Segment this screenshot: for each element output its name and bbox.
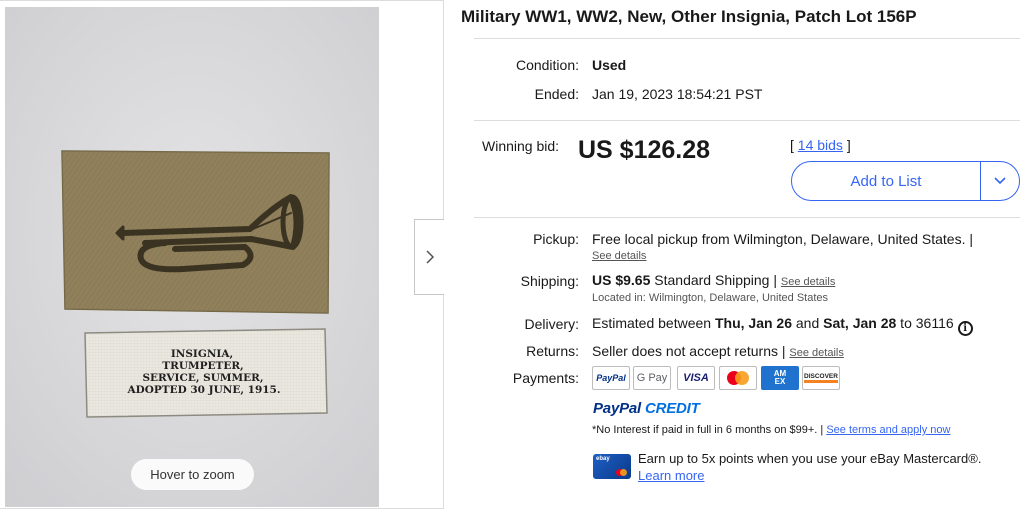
chevron-right-icon <box>425 250 434 264</box>
divider <box>474 217 1020 218</box>
main-photo[interactable]: INSIGNIA, TRUMPETER, SERVICE, SUMMER, AD… <box>5 7 379 507</box>
see-terms-link[interactable]: See terms and apply now <box>826 424 950 436</box>
bracket-open: [ <box>790 137 798 153</box>
google-pay-icon: G Pay <box>633 366 671 390</box>
add-to-list-control[interactable]: Add to List <box>791 161 1020 201</box>
delivery-start-date: Thu, Jan 26 <box>714 315 792 331</box>
mastercard-icon <box>719 366 757 390</box>
item-details: Military WW1, WW2, New, Other Insignia, … <box>461 0 1020 511</box>
credit-word: CREDIT <box>641 400 700 417</box>
mastercard-circles <box>727 371 749 385</box>
returns-see-details-link[interactable]: See details <box>789 347 843 359</box>
discover-badge-text: DISCOVER <box>804 373 838 383</box>
delivery-end-date: Sat, Jan 28 <box>823 315 897 331</box>
divider <box>474 120 1020 121</box>
delivery-value: Estimated between Thu, Jan 26 and Sat, J… <box>592 315 973 336</box>
label-line-3: SERVICE, SUMMER, <box>142 372 263 384</box>
paypal-credit-logo: PayPal CREDIT <box>593 400 700 417</box>
label-line-1: INSIGNIA, <box>171 348 233 360</box>
shipping-price: US $9.65 <box>592 272 651 288</box>
returns-value: Seller does not accept returns | See det… <box>592 343 844 359</box>
bracket-close: ] <box>842 137 851 153</box>
discover-icon: DISCOVER <box>802 366 840 390</box>
gpay-badge-text: G Pay <box>636 372 668 384</box>
ended-value: Jan 19, 2023 18:54:21 PST <box>592 86 763 102</box>
item-title: Military WW1, WW2, New, Other Insignia, … <box>461 7 917 26</box>
add-to-list-dropdown[interactable] <box>981 162 1019 200</box>
item-location: Located in: Wilmington, Delaware, United… <box>592 292 829 304</box>
winning-bid-label: Winning bid: <box>482 138 560 154</box>
bid-history-link[interactable]: 14 bids <box>798 137 843 153</box>
paypal-credit-word: PayPal <box>593 400 642 417</box>
add-to-list-button[interactable]: Add to List <box>792 162 981 200</box>
pickup-value: Free local pickup from Wilmington, Delaw… <box>592 231 974 247</box>
condition-label: Condition: <box>515 57 579 73</box>
returns-policy: Seller does not accept returns | <box>592 343 790 359</box>
credit-terms: *No Interest if paid in full in 6 months… <box>592 424 950 436</box>
image-gallery: INSIGNIA, TRUMPETER, SERVICE, SUMMER, AD… <box>0 0 444 509</box>
credit-terms-text: *No Interest if paid in full in 6 months… <box>592 424 827 436</box>
ended-label: Ended: <box>534 86 579 102</box>
learn-more-link[interactable]: Learn more <box>638 468 704 483</box>
condition-value: Used <box>592 57 627 73</box>
visa-icon: VISA <box>677 366 715 390</box>
card-offer-text: Earn up to 5x points when you use your e… <box>638 451 982 466</box>
chevron-down-icon <box>994 177 1006 185</box>
divider <box>474 38 1020 39</box>
shipping-see-details-link[interactable]: See details <box>781 276 835 288</box>
amex-badge-text: AM EX <box>773 369 787 386</box>
returns-label: Returns: <box>526 343 579 359</box>
info-icon[interactable]: i <box>957 321 973 336</box>
ebay-mastercard-icon: ebay <box>593 454 631 479</box>
label-line-2: TRUMPETER, <box>162 360 243 372</box>
hover-to-zoom-hint: Hover to zoom <box>131 459 254 490</box>
ebay-card-logo: ebay <box>596 456 610 462</box>
paypal-icon: PayPal <box>592 366 630 390</box>
card-mc-circle-orange <box>620 469 627 476</box>
patch-image: INSIGNIA, TRUMPETER, SERVICE, SUMMER, AD… <box>5 7 379 507</box>
bid-count: [ 14 bids ] <box>790 137 851 153</box>
shipping-label: Shipping: <box>520 273 579 289</box>
label-line-4: ADOPTED 30 JUNE, 1915. <box>126 384 280 396</box>
winning-bid-price: US $126.28 <box>578 136 711 164</box>
amex-icon: AM EX <box>761 366 799 390</box>
shipping-method: Standard Shipping | <box>650 272 781 288</box>
paypal-badge-text: PayPal <box>596 373 626 383</box>
payments-label: Payments: <box>512 370 579 386</box>
pickup-see-details-link[interactable]: See details <box>592 250 646 262</box>
pickup-label: Pickup: <box>533 231 579 247</box>
delivery-zip: to 36116 <box>896 315 954 331</box>
delivery-prefix: Estimated between <box>592 315 715 331</box>
shipping-value: US $9.65 Standard Shipping | See details <box>592 272 835 288</box>
next-image-button[interactable] <box>414 219 444 295</box>
delivery-label: Delivery: <box>524 316 579 332</box>
visa-badge-text: VISA <box>683 372 709 384</box>
delivery-and: and <box>792 315 824 331</box>
